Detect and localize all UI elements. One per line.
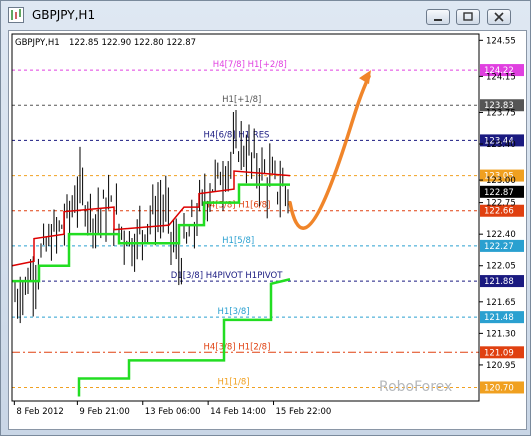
level-price-label: 121.48: [484, 313, 514, 323]
time-tick-label: 13 Feb 06:00: [145, 407, 201, 417]
minimize-button[interactable]: [426, 9, 450, 25]
price-chart[interactable]: H4[7/8] H1[+2/8]124.22H1[+1/8]123.83H4[6…: [9, 31, 526, 429]
price-tick-label: 123.75: [486, 108, 516, 118]
chart-app-icon: [8, 7, 24, 23]
price-tick-label: 121.30: [486, 329, 516, 339]
price-tick-label: 122.75: [486, 199, 516, 209]
time-tick-label: 15 Feb 22:00: [276, 407, 332, 417]
level-label: H1[+1/8]: [222, 95, 261, 105]
price-tick-label: 124.15: [486, 72, 516, 82]
maximize-icon: [463, 12, 473, 21]
price-tick-label: 123.40: [486, 140, 516, 150]
forecast-arrow: [288, 74, 371, 230]
level-price-label: 120.70: [484, 383, 514, 393]
close-button[interactable]: [487, 9, 511, 25]
window-title: GBPJPY,H1: [32, 8, 96, 22]
close-icon: [494, 12, 504, 22]
price-tick-label: 121.65: [486, 298, 516, 308]
price-tick-label: 122.40: [486, 230, 516, 240]
level-price-label: 122.27: [484, 242, 514, 252]
time-tick-label: 9 Feb 21:00: [79, 407, 129, 417]
level-price-label: 121.88: [484, 277, 514, 287]
level-label: H1[3/8]: [217, 307, 249, 317]
level-label: H1[5/8]: [222, 236, 254, 246]
chart-area[interactable]: H4[7/8] H1[+2/8] 124.22 H1[+1/8] 123.83 H4[6…: [8, 30, 527, 430]
price-tick-label: 124.55: [486, 36, 516, 46]
price-tick-label: 120.95: [486, 361, 516, 371]
watermark: RoboForex: [379, 379, 452, 395]
indicator-line-green-lower: [77, 278, 291, 397]
chart-info-symbol: GBPJPY,H1: [15, 38, 60, 48]
level-price-label: 121.09: [484, 348, 514, 358]
level-label: H4[7/8] H1[+2/8]: [213, 60, 287, 70]
level-label: H4[3/8] H1[2/8]: [203, 342, 270, 352]
chart-info-ohlc: 122.85 122.90 122.80 122.87: [69, 38, 196, 48]
price-tick-label: 122.05: [486, 262, 516, 272]
current-price-label: 122.87: [484, 188, 514, 198]
price-tick-label: 123.00: [486, 176, 516, 186]
maximize-button[interactable]: [456, 9, 480, 25]
level-label: H1[1/8]: [217, 377, 249, 387]
time-tick-label: 8 Feb 2012: [16, 407, 64, 417]
minimize-icon: [434, 19, 442, 21]
level-label: D1[3/8] H4PIVOT H1PIVOT: [171, 271, 283, 281]
time-tick-label: 14 Feb 14:00: [210, 407, 266, 417]
indicator-line-green-upper: [12, 183, 290, 283]
title-bar[interactable]: GBPJPY,H1: [1, 1, 530, 29]
chart-window: GBPJPY,H1 H4[7/8] H1[+2/8] 124.22 H1[+1/8]…: [0, 0, 531, 436]
